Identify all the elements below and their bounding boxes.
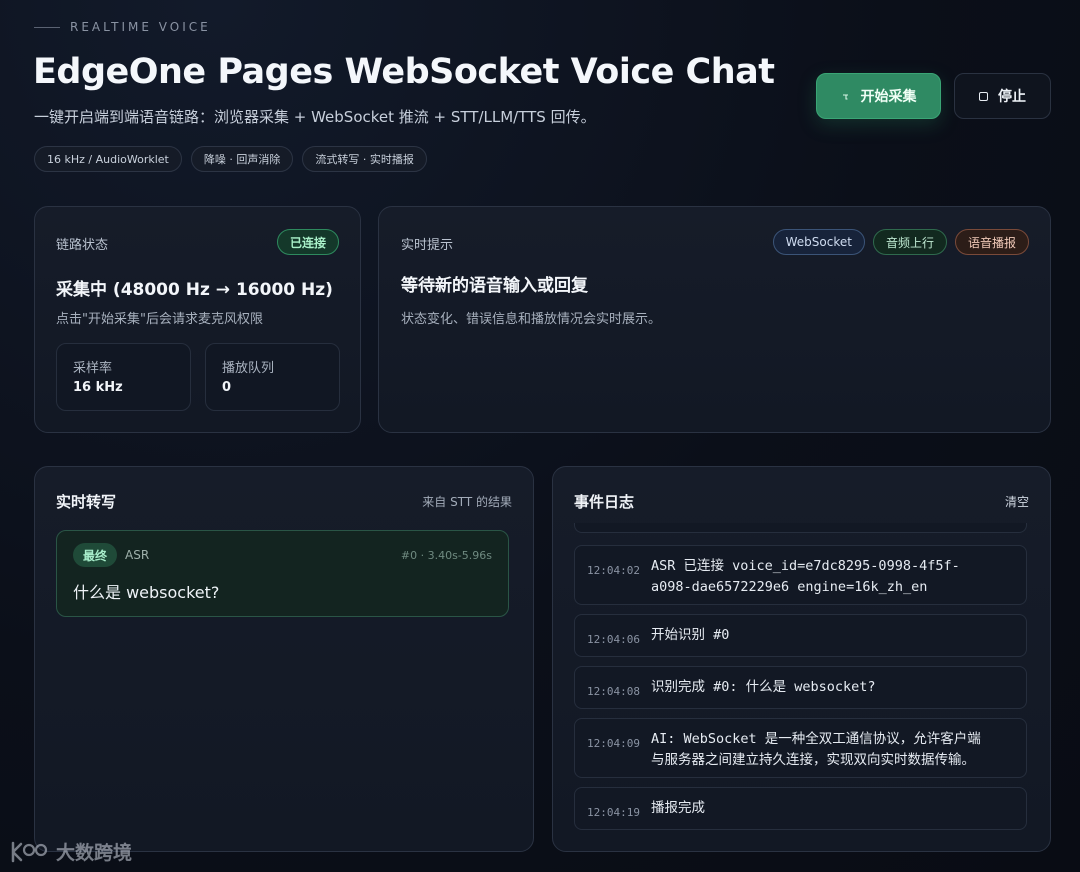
log-text: 开始识别 #0 (651, 625, 729, 646)
log-entry: 12:04:19 播报完成 (574, 787, 1027, 830)
log-time: 12:04:19 (587, 806, 640, 819)
watermark-logo-icon (11, 841, 48, 862)
clear-log-button[interactable]: 清空 (1005, 493, 1029, 510)
feature-chips: 16 kHz / AudioWorklet 降噪 · 回声消除 流式转写 · 实… (34, 146, 427, 172)
tips-headline: 等待新的语音输入或回复 (401, 276, 588, 296)
log-line: 识别完成 #0: 什么是 websocket? (651, 679, 876, 695)
log-time: 12:04:06 (587, 633, 640, 646)
stop-label: 停止 (998, 89, 1026, 105)
watermark: 大数跨境 (10, 838, 132, 865)
log-time: 12:04:02 (587, 564, 640, 577)
mic-icon (842, 94, 848, 100)
connection-status-badge: 已连接 (276, 229, 339, 255)
playback-queue-value: 0 (222, 380, 232, 395)
transcript-text: 什么是 websocket? (73, 583, 220, 602)
playback-queue-stat: 播放队列 0 (205, 343, 340, 411)
log-text: AI: WebSocket 是一种全双工通信协议，允许客户端 与服务器之间建立持… (651, 729, 981, 771)
stop-button[interactable]: 停止 (954, 73, 1051, 119)
feature-chip: 降噪 · 回声消除 (190, 146, 294, 172)
eyebrow-text: REALTIME VOICE (70, 20, 211, 34)
feature-chip: 16 kHz / AudioWorklet (34, 146, 182, 172)
audio-upstream-pill: 音频上行 (872, 229, 947, 255)
tips-description: 状态变化、错误信息和播放情况会实时展示。 (401, 312, 662, 327)
log-line: AI: WebSocket 是一种全双工通信协议，允许客户端 (651, 731, 981, 747)
log-line: a098-dae6572229e6 engine=16k_zh_en (651, 579, 928, 595)
transcript-item[interactable]: 最终 ASR #0 · 3.40s-5.96s 什么是 websocket? (56, 530, 509, 617)
stop-icon (979, 91, 988, 101)
voice-playback-pill: 语音播报 (954, 229, 1029, 255)
log-line: ASR 已连接 voice_id=e7dc8295-0998-4f5f- (651, 558, 960, 574)
transcript-card: 实时转写 来自 STT 的结果 最终 ASR #0 · 3.40s-5.96s … (34, 466, 534, 852)
log-scroll-top-edge (574, 523, 1027, 533)
log-line: 与服务器之间建立持久连接，实现双向实时数据传输。 (651, 752, 975, 768)
log-time: 12:04:08 (587, 685, 640, 698)
link-status-card: 链路状态 已连接 采集中 (48000 Hz → 16000 Hz) 点击"开始… (34, 206, 361, 433)
log-time: 12:04:09 (587, 737, 640, 750)
log-entry: 12:04:08 识别完成 #0: 什么是 websocket? (574, 666, 1027, 709)
channel-pills: WebSocket 音频上行 语音播报 (772, 229, 1029, 255)
log-text: ASR 已连接 voice_id=e7dc8295-0998-4f5f- a09… (651, 556, 960, 598)
eyebrow: REALTIME VOICE (34, 20, 211, 34)
websocket-pill: WebSocket (772, 229, 865, 255)
realtime-tips-label: 实时提示 (401, 238, 454, 253)
log-entry: 12:04:09 AI: WebSocket 是一种全双工通信协议，允许客户端 … (574, 718, 1027, 778)
transcript-source: 来自 STT 的结果 (422, 495, 512, 509)
feature-chip: 流式转写 · 实时播报 (302, 146, 427, 172)
realtime-tips-card: 实时提示 WebSocket 音频上行 语音播报 等待新的语音输入或回复 状态变… (378, 206, 1051, 433)
page-subtitle: 一键开启端到端语音链路：浏览器采集 + WebSocket 推流 + STT/L… (34, 108, 596, 126)
capture-status-headline: 采集中 (48000 Hz → 16000 Hz) (56, 280, 333, 300)
transcript-title: 实时转写 (56, 493, 117, 511)
start-capture-button[interactable]: 开始采集 (816, 73, 941, 119)
event-log-card: 事件日志 清空 12:04:02 ASR 已连接 voice_id=e7dc82… (552, 466, 1051, 852)
log-entry: 12:04:02 ASR 已连接 voice_id=e7dc8295-0998-… (574, 545, 1027, 605)
event-log-title: 事件日志 (574, 493, 635, 511)
link-status-label: 链路状态 (56, 238, 109, 253)
log-entry: 12:04:06 开始识别 #0 (574, 614, 1027, 657)
asr-engine-label: ASR (125, 548, 150, 562)
sample-rate-stat: 采样率 16 kHz (56, 343, 191, 411)
eyebrow-line (34, 26, 60, 28)
page-title: EdgeOne Pages WebSocket Voice Chat (33, 52, 775, 92)
log-line: 播报完成 (651, 800, 705, 816)
playback-queue-label: 播放队列 (222, 361, 275, 376)
log-line: 开始识别 #0 (651, 627, 730, 643)
start-capture-label: 开始采集 (860, 89, 917, 105)
sample-rate-value: 16 kHz (73, 380, 123, 395)
sample-rate-label: 采样率 (73, 361, 113, 376)
watermark-text: 大数跨境 (56, 842, 133, 864)
log-text: 播报完成 (651, 798, 705, 819)
capture-hint: 点击"开始采集"后会请求麦克风权限 (56, 312, 263, 327)
log-text: 识别完成 #0: 什么是 websocket? (651, 677, 876, 698)
final-tag: 最终 (73, 543, 118, 567)
transcript-meta: #0 · 3.40s-5.96s (400, 548, 492, 562)
